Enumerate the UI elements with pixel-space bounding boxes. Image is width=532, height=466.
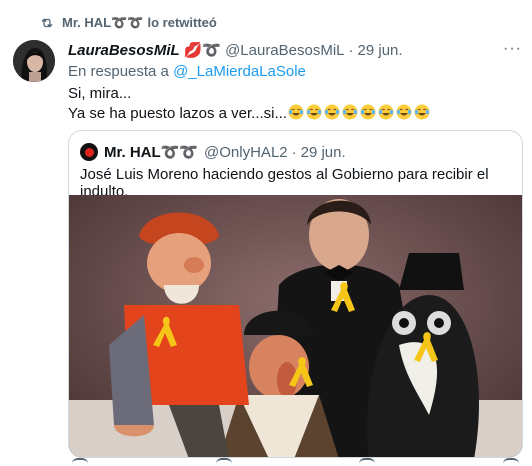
author-display-name[interactable]: LauraBesosMiL <box>68 42 180 59</box>
quoted-tweet-card[interactable]: Mr. HAL➰➰ @OnlyHAL2 · 29 jun. José Luis … <box>68 130 523 458</box>
tears-of-joy-emoji-icon <box>396 104 412 120</box>
tweet-text: Si, mira... Ya se ha puesto lazos a ver.… <box>68 84 431 124</box>
tears-of-joy-emoji-icon <box>306 104 322 120</box>
reply-mention-link[interactable]: @_LaMierdaLaSole <box>173 63 306 80</box>
retweeter-name[interactable]: Mr. HAL➰➰ <box>62 15 144 31</box>
more-options-icon[interactable]: ··· <box>503 40 522 58</box>
tweet-date[interactable]: 29 jun. <box>358 42 403 59</box>
retweet-indicator[interactable]: Mr. HAL➰➰ lo retwitteó <box>40 15 217 31</box>
quote-avatar[interactable] <box>80 143 98 161</box>
quote-header: Mr. HAL➰➰ @OnlyHAL2 · 29 jun. <box>80 143 346 161</box>
tears-of-joy-emoji-icon <box>360 104 376 120</box>
share-icon[interactable] <box>502 458 519 466</box>
laughing-emoji-group <box>287 104 431 122</box>
tweet-line-1: Si, mira... <box>68 85 132 102</box>
quote-author-name[interactable]: Mr. HAL➰➰ <box>104 144 198 161</box>
reply-prefix: En respuesta a <box>68 63 169 80</box>
retweet-icon <box>41 18 53 28</box>
reply-context: En respuesta a @_LaMierdaLaSole <box>68 63 306 80</box>
tears-of-joy-emoji-icon <box>414 104 430 120</box>
quote-photo[interactable] <box>69 195 523 458</box>
avatar-photo <box>13 40 55 82</box>
avatar[interactable] <box>13 40 55 82</box>
tweet-actions <box>68 458 523 466</box>
tears-of-joy-emoji-icon <box>288 104 304 120</box>
author-name-emoji: 💋➰ <box>183 42 222 59</box>
quote-author-handle[interactable]: @OnlyHAL2 <box>204 144 288 161</box>
quote-date[interactable]: 29 jun. <box>301 144 346 161</box>
tweet-line-2: Ya se ha puesto lazos a ver...si... <box>68 104 431 124</box>
quote-separator-dot: · <box>291 143 297 161</box>
separator-dot: · <box>348 41 354 59</box>
tweet-header: LauraBesosMiL 💋➰ @LauraBesosMiL · 29 jun… <box>68 41 403 60</box>
tears-of-joy-emoji-icon <box>378 104 394 120</box>
retweet-suffix: lo retwitteó <box>147 15 217 30</box>
tears-of-joy-emoji-icon <box>324 104 340 120</box>
retweet-action-icon[interactable] <box>215 458 232 466</box>
tears-of-joy-emoji-icon <box>342 104 358 120</box>
like-icon[interactable] <box>359 458 376 466</box>
author-handle[interactable]: @LauraBesosMiL <box>225 42 344 59</box>
reply-icon[interactable] <box>72 458 88 466</box>
